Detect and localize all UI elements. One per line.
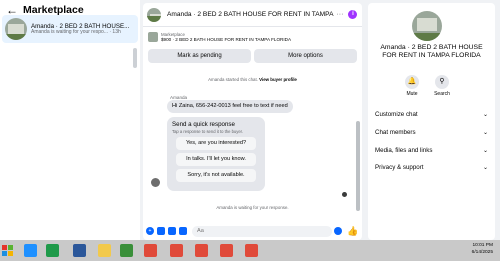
sender-avatar [151,178,160,187]
info-icon[interactable]: i [348,10,358,19]
conversation-list-panel: ← Marketplace Amanda · 2 BED 2 BATH HOUS… [0,0,140,240]
chat-members-item[interactable]: Chat members ⌄ [375,129,488,136]
listing-avatar [5,18,27,40]
plus-icon[interactable]: + [146,227,154,235]
composer: + 👍 [143,222,362,240]
chevron-down-icon: ⌄ [482,148,488,154]
photo-icon[interactable] [157,227,165,235]
search-label: Search [434,91,450,97]
word-icon[interactable] [73,244,86,257]
left-scrollbar[interactable] [133,48,137,68]
excel-icon[interactable] [46,244,59,257]
thumbs-up-icon[interactable]: 👍 [347,226,358,237]
chat-started-notice: Amanda started this chat. View buyer pro… [143,77,362,82]
chevron-down-icon: ⌄ [482,165,488,171]
chat-started-text: Amanda started this chat. [208,77,258,82]
conversation-preview: Amanda is waiting for your respo... · 13… [31,28,121,35]
chat-members-label: Chat members [375,129,416,136]
more-options-button[interactable]: More options [254,49,357,63]
listing-thumbnail [148,32,158,42]
listing-summary[interactable]: Marketplace $900 · 2 BED 2 BATH HOUSE FO… [143,27,362,47]
emoji-icon[interactable] [334,227,342,235]
listing-price: $900 · 2 BED 2 BATH HOUSE FOR RENT IN TA… [161,36,292,42]
privacy-support-label: Privacy & support [375,164,424,171]
clock-date: 6/14/2025 [471,249,493,255]
app-icon[interactable] [120,244,133,257]
details-title: Amanda · 2 BED 2 BATH HOUSE FOR RENT IN … [380,44,483,60]
chrome-icon[interactable] [220,244,233,257]
search-icon: ⚲ [435,75,449,89]
sticker-icon[interactable] [168,227,176,235]
customize-chat-item[interactable]: Customize chat ⌄ [375,111,488,118]
chrome-icon[interactable] [144,244,157,257]
windows-start-icon[interactable] [2,245,14,257]
details-avatar [412,11,442,41]
chat-panel: Amanda · 2 BED 2 BATH HOUSE FOR RENT IN … [143,3,362,240]
privacy-support-item[interactable]: Privacy & support ⌄ [375,164,488,171]
seen-indicator-icon [342,192,347,197]
quick-response-subtitle: Tap a response to send it to the buyer. [172,129,244,134]
chat-details-panel: Amanda · 2 BED 2 BATH HOUSE FOR RENT IN … [368,3,495,240]
chat-title[interactable]: Amanda · 2 BED 2 BATH HOUSE FOR RENT IN … [167,11,333,18]
conversation-item[interactable]: Amanda · 2 BED 2 BATH HOUSE... Amanda is… [2,15,138,43]
quick-reply-not-available[interactable]: Sorry, it's not available. [176,169,256,182]
chat-header: Amanda · 2 BED 2 BATH HOUSE FOR RENT IN … [143,3,362,27]
message-input[interactable] [192,225,332,237]
media-files-links-item[interactable]: Media, files and links ⌄ [375,147,488,154]
chrome-icon[interactable] [170,244,183,257]
search-button[interactable]: ⚲ Search [430,75,454,97]
gif-icon[interactable] [179,227,187,235]
chevron-down-icon: ⌄ [482,130,488,136]
bell-icon: 🔔 [405,75,419,89]
mute-label: Mute [406,91,418,97]
waiting-notice: Amanda is waiting for your response. [216,205,289,210]
chrome-icon[interactable] [195,244,208,257]
view-buyer-profile-link[interactable]: View buyer profile [259,77,297,82]
chat-scrollbar[interactable] [356,121,360,211]
system-clock[interactable]: 10:01 PM 6/14/2025 [472,243,493,256]
message-bubble: Hi Zaina, 656-242-0013 feel free to text… [167,100,293,113]
mute-button[interactable]: 🔔 Mute [400,75,424,97]
quick-response-title: Send a quick response [172,121,235,128]
chat-avatar[interactable] [147,7,161,22]
quick-reply-interested[interactable]: Yes, are you interested? [176,137,256,150]
listing-actions: Mark as pending More options [143,47,362,63]
title-overflow: ··· [336,11,344,18]
customize-chat-label: Customize chat [375,111,418,118]
quick-reply-in-talks[interactable]: In talks. I'll let you know. [176,153,256,166]
chevron-down-icon: ⌄ [482,112,488,118]
ie-icon[interactable] [24,244,37,257]
mark-pending-button[interactable]: Mark as pending [148,49,251,63]
media-files-links-label: Media, files and links [375,147,433,154]
file-explorer-icon[interactable] [98,244,111,257]
quick-response-card: Send a quick response Tap a response to … [167,117,265,191]
chrome-icon[interactable] [245,244,258,257]
clock-time: 10:01 PM [472,243,493,248]
windows-taskbar: 10:01 PM 6/14/2025 [0,240,500,261]
